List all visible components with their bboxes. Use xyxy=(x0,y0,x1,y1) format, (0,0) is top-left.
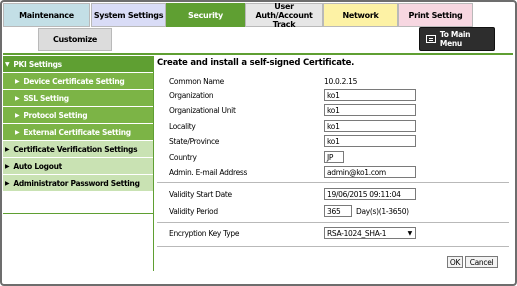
sidebar-spacer xyxy=(3,192,153,214)
sidebar-item-protocol-setting[interactable]: ▶ Protocol Setting xyxy=(3,107,153,124)
triangle-down-icon: ▼ xyxy=(5,60,10,68)
tab-maintenance[interactable]: Maintenance xyxy=(3,3,90,27)
state-field[interactable]: ko1 xyxy=(324,135,416,147)
sidebar-item-label: Protocol Setting xyxy=(23,110,88,120)
validity-start-row: Validity Start Date 19/06/2015 09:11:04 xyxy=(169,187,416,201)
org-unit-row: Organizational Unit ko1 xyxy=(169,103,416,117)
sidebar-item-device-certificate[interactable]: ▶ Device Certificate Setting xyxy=(3,73,153,90)
sidebar: ▼ PKI Settings ▶ Device Certificate Sett… xyxy=(3,56,153,214)
sidebar-item-external-certificate[interactable]: ▶ External Certificate Setting xyxy=(3,124,153,141)
sidebar-item-auto-logout[interactable]: ▶ Auto Logout xyxy=(3,158,153,175)
sidebar-item-admin-password[interactable]: ▶ Administrator Password Setting xyxy=(3,175,153,192)
main-content: Create and install a self-signed Certifi… xyxy=(157,58,509,247)
organization-row: Organization ko1 xyxy=(169,88,416,102)
encryption-label: Encryption Key Type xyxy=(169,228,240,238)
tab-customize[interactable]: Customize xyxy=(38,28,112,51)
sidebar-item-label: Administrator Password Setting xyxy=(13,178,140,188)
country-row: Country JP xyxy=(169,150,344,164)
triangle-right-icon: ▶ xyxy=(15,111,20,119)
tab-network[interactable]: Network xyxy=(323,3,398,27)
validity-start-label: Validity Start Date xyxy=(169,189,232,199)
separator xyxy=(157,222,509,223)
sidebar-item-label: Certificate Verification Settings xyxy=(13,144,138,154)
email-row: Admin. E-mail Address admin@ko1.com xyxy=(169,165,416,179)
validity-period-field[interactable]: 365 xyxy=(324,205,352,217)
header-divider xyxy=(3,53,513,55)
separator xyxy=(157,182,509,183)
sidebar-divider xyxy=(153,56,154,271)
top-tabs: Maintenance System Settings Security Use… xyxy=(3,2,514,29)
tab-security[interactable]: Security xyxy=(166,3,245,27)
menu-icon xyxy=(426,35,436,43)
sidebar-item-label: SSL Setting xyxy=(23,93,69,103)
triangle-right-icon: ▶ xyxy=(5,179,10,187)
validity-period-unit: Day(s)(1-3650) xyxy=(356,206,409,216)
organization-field[interactable]: ko1 xyxy=(324,89,416,101)
state-label: State/Province xyxy=(169,136,220,146)
dropdown-arrow-icon: ▼ xyxy=(407,229,413,237)
separator xyxy=(157,246,509,247)
encryption-key-value: RSA-1024_SHA-1 xyxy=(327,228,387,238)
triangle-right-icon: ▶ xyxy=(5,162,10,170)
page-title: Create and install a self-signed Certifi… xyxy=(157,58,355,68)
state-row: State/Province ko1 xyxy=(169,134,416,148)
ok-button[interactable]: OK xyxy=(447,256,463,268)
to-main-menu-button[interactable]: To Main Menu xyxy=(419,27,495,51)
sidebar-item-label: Auto Logout xyxy=(13,161,62,171)
sidebar-item-label: Device Certificate Setting xyxy=(23,76,125,86)
validity-start-field[interactable]: 19/06/2015 09:11:04 xyxy=(324,188,416,200)
tab-print-setting[interactable]: Print Setting xyxy=(398,3,473,27)
encryption-key-select[interactable]: RSA-1024_SHA-1 ▼ xyxy=(324,227,416,239)
to-main-menu-label: To Main Menu xyxy=(439,30,471,48)
org-unit-label: Organizational Unit xyxy=(169,105,236,115)
sidebar-item-pki-settings[interactable]: ▼ PKI Settings xyxy=(3,56,153,73)
tab-user-auth[interactable]: User Auth/Account Track xyxy=(245,2,323,29)
sidebar-item-ssl-setting[interactable]: ▶ SSL Setting xyxy=(3,90,153,107)
sidebar-item-label: External Certificate Setting xyxy=(23,127,131,137)
organization-label: Organization xyxy=(169,90,214,100)
locality-field[interactable]: ko1 xyxy=(324,120,416,132)
triangle-right-icon: ▶ xyxy=(5,145,10,153)
common-name-row: Common Name 10.0.2.15 xyxy=(169,74,357,88)
triangle-right-icon: ▶ xyxy=(15,128,20,136)
locality-label: Locality xyxy=(169,121,196,131)
tab-system-settings[interactable]: System Settings xyxy=(91,3,166,27)
country-field[interactable]: JP xyxy=(324,151,344,163)
triangle-right-icon: ▶ xyxy=(15,77,20,85)
email-label: Admin. E-mail Address xyxy=(169,167,248,177)
triangle-right-icon: ▶ xyxy=(15,94,20,102)
validity-period-label: Validity Period xyxy=(169,206,218,216)
org-unit-field[interactable]: ko1 xyxy=(324,104,416,116)
sidebar-item-label: PKI Settings xyxy=(13,59,62,69)
sidebar-item-certificate-verification[interactable]: ▶ Certificate Verification Settings xyxy=(3,141,153,158)
common-name-label: Common Name xyxy=(169,76,224,86)
common-name-value: 10.0.2.15 xyxy=(324,76,358,86)
locality-row: Locality ko1 xyxy=(169,119,416,133)
country-label: Country xyxy=(169,152,197,162)
email-field[interactable]: admin@ko1.com xyxy=(324,166,416,178)
validity-period-row: Validity Period 365 Day(s)(1-3650) xyxy=(169,204,409,218)
cancel-button[interactable]: Cancel xyxy=(465,256,498,268)
encryption-row: Encryption Key Type RSA-1024_SHA-1 ▼ xyxy=(169,226,416,240)
